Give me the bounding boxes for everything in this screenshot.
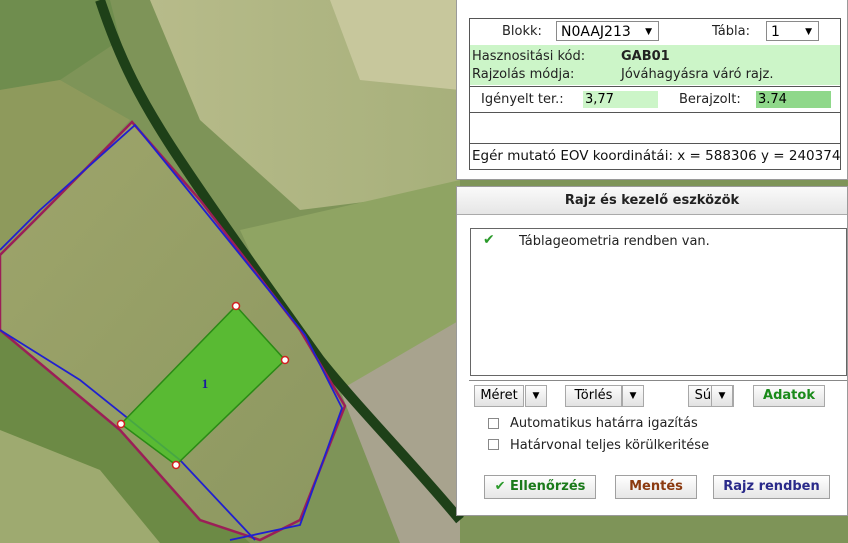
sugo-dropdown-chevron-down-icon[interactable]: ▼ (711, 385, 733, 407)
blokk-value: N0AAJ213 (561, 24, 631, 40)
auto-align-checkbox[interactable] (488, 418, 499, 429)
eov-coordinates: Egér mutató EOV koordinátái: x = 588306 … (472, 148, 841, 164)
vertex-handle[interactable] (171, 460, 181, 470)
chevron-down-icon: ▼ (805, 27, 812, 37)
ellenorzes-button[interactable]: ✔ Ellenőrzés (484, 475, 596, 499)
chevron-down-icon: ▼ (645, 27, 652, 37)
vertex-handle[interactable] (231, 301, 241, 311)
adatok-button[interactable]: Adatok (753, 385, 825, 407)
berajzolt-field: 3.74 (756, 91, 831, 108)
status-message: Táblageometria rendben van. (519, 234, 710, 249)
message-box: ✔ Táblageometria rendben van. (470, 228, 847, 376)
rajz-rendben-button[interactable]: Rajz rendben (713, 475, 830, 499)
hasznositasi-label: Hasznositási kód: (472, 49, 586, 64)
divider (470, 112, 840, 113)
blokk-label: Blokk: (502, 24, 542, 39)
tools-header: Rajz és kezelő eszközök (457, 187, 847, 215)
ellenorzes-label: Ellenőrzés (510, 479, 586, 494)
tabla-select[interactable]: 1 ▼ (766, 21, 819, 41)
torles-dropdown-chevron-down-icon[interactable]: ▼ (622, 385, 644, 407)
rajzolas-value: Jóváhagyásra váró rajz. (621, 67, 774, 82)
rajzolas-label: Rajzolás módja: (472, 67, 575, 82)
mentes-button[interactable]: Mentés (615, 475, 697, 499)
divider (470, 86, 840, 87)
blokk-select[interactable]: N0AAJ213 ▼ (556, 21, 659, 41)
vertex-handle[interactable] (116, 419, 126, 429)
hasznositasi-value: GAB01 (621, 49, 670, 64)
berajzolt-label: Berajzolt: (679, 92, 741, 107)
info-panel: Blokk: N0AAJ213 ▼ Tábla: 1 ▼ Hasznositás… (456, 0, 848, 180)
divider (470, 143, 840, 144)
tabla-value: 1 (771, 24, 780, 40)
torles-button[interactable]: Törlés (565, 385, 622, 407)
full-boundary-checkbox[interactable] (488, 439, 499, 450)
igenyelt-label: Igényelt ter.: (481, 92, 564, 107)
check-icon: ✔ (494, 479, 506, 494)
divider (469, 380, 847, 381)
tools-panel: Rajz és kezelő eszközök ✔ Táblageometria… (456, 186, 848, 516)
tools-title: Rajz és kezelő eszközök (564, 193, 740, 208)
full-boundary-label: Határvonal teljes körülkeritése (510, 438, 710, 453)
igenyelt-field[interactable]: 3,77 (583, 91, 658, 108)
tabla-label: Tábla: (712, 24, 750, 39)
meret-button[interactable]: Méret (474, 385, 524, 407)
parcel-label: 1 (202, 376, 209, 391)
check-icon: ✔ (483, 232, 495, 248)
vertex-handle[interactable] (280, 355, 290, 365)
meret-dropdown-chevron-down-icon[interactable]: ▼ (525, 385, 547, 407)
auto-align-label: Automatikus határra igazítás (510, 416, 698, 431)
